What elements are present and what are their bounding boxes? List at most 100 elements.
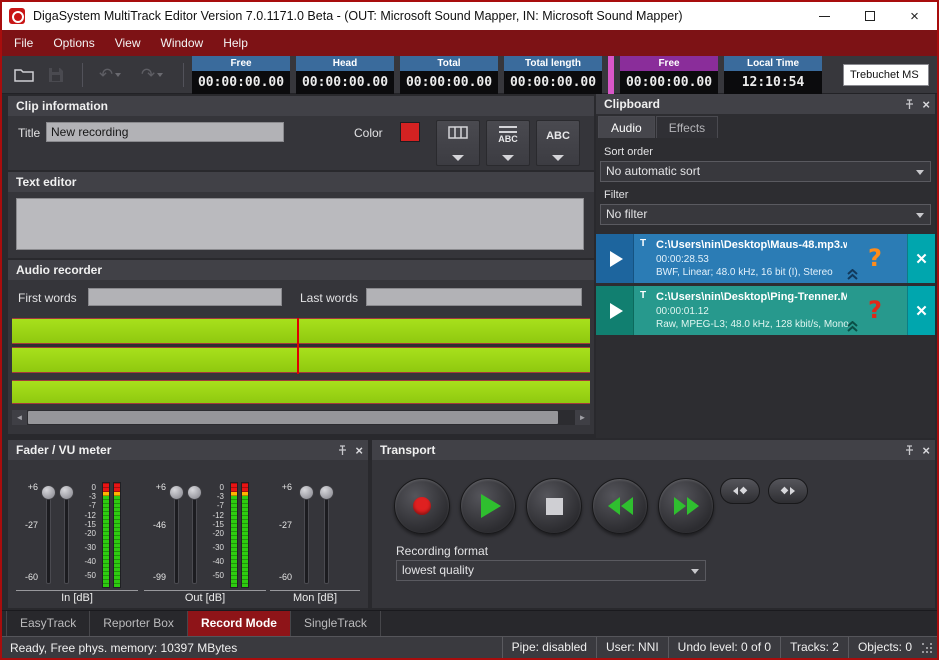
- menu-options[interactable]: Options: [43, 30, 104, 56]
- fader-group-label: In [dB]: [16, 590, 138, 604]
- abc-list-dropdown-button[interactable]: ABC: [486, 120, 530, 166]
- keyboard-dropdown-button[interactable]: [436, 120, 480, 166]
- fader-knob[interactable]: [169, 485, 184, 500]
- fader-group-in: +6 -27 -60 0 -3 -7 -12 -15 -20 -30 -40 -…: [16, 460, 138, 608]
- remove-clip-button[interactable]: ✕: [907, 234, 935, 283]
- prelisten-ear-icon[interactable]: ?: [868, 294, 882, 326]
- stop-button[interactable]: [526, 478, 582, 534]
- marker-button-left[interactable]: ◆: [720, 478, 760, 504]
- text-editor-textarea[interactable]: [16, 198, 584, 250]
- waveform-track-3: [12, 380, 590, 404]
- rewind-button[interactable]: [592, 478, 648, 534]
- fader-knob[interactable]: [299, 485, 314, 500]
- resize-grip[interactable]: [922, 643, 934, 655]
- fader-slider[interactable]: [64, 486, 69, 584]
- expand-chevrons-icon[interactable]: [846, 321, 859, 332]
- clip-information-panel: Clip information Title Color ABC ABC: [8, 96, 594, 170]
- waveform-display-mono[interactable]: [12, 380, 590, 404]
- play-button[interactable]: [596, 286, 634, 335]
- color-label: Color: [354, 126, 383, 140]
- clipboard-item[interactable]: T C:\Users\nin\Desktop\Maus-48.mp3.wav 0…: [596, 234, 935, 283]
- db-scale: 0 -3 -7 -12 -15 -20 -30 -40 -50: [204, 484, 224, 594]
- fader-slider[interactable]: [46, 486, 51, 584]
- playhead-cursor[interactable]: [297, 318, 299, 374]
- rewind-icon: [608, 497, 620, 515]
- pin-icon[interactable]: [904, 445, 915, 456]
- scroll-left-icon[interactable]: ◄: [12, 410, 27, 425]
- prelisten-ear-icon[interactable]: ?: [868, 242, 882, 274]
- save-button[interactable]: [42, 62, 70, 88]
- pin-icon[interactable]: [904, 99, 915, 110]
- close-button[interactable]: ×: [892, 2, 937, 30]
- clip-format: BWF, Linear; 48.0 kHz, 16 bit (I), Stere…: [656, 267, 865, 278]
- menu-window[interactable]: Window: [151, 30, 214, 56]
- fader-slider[interactable]: [174, 486, 179, 584]
- sort-order-select[interactable]: No automatic sort: [600, 161, 931, 182]
- scrollbar-thumb[interactable]: [28, 411, 558, 424]
- tab-audio[interactable]: Audio: [598, 116, 655, 138]
- fader-knob[interactable]: [59, 485, 74, 500]
- filter-value: No filter: [606, 207, 647, 221]
- clipboard-item[interactable]: T C:\Users\nin\Desktop\Ping-Trenner.MP3 …: [596, 286, 935, 335]
- first-words-input[interactable]: [88, 288, 282, 306]
- abc-label: ABC: [546, 130, 570, 142]
- undo-button[interactable]: ↶: [91, 62, 129, 88]
- waveform-display-stereo[interactable]: [12, 318, 590, 374]
- fader-slider[interactable]: [192, 486, 197, 584]
- waveform-scrollbar[interactable]: ◄ ►: [12, 410, 590, 425]
- maximize-button[interactable]: [847, 2, 892, 30]
- diamond-icon: ◆: [781, 486, 789, 496]
- fader-knob[interactable]: [187, 485, 202, 500]
- fader-scale-top: +6: [270, 482, 292, 492]
- chevron-down-icon: [916, 213, 924, 218]
- menubar: File Options View Window Help: [2, 30, 937, 56]
- fader-scale-mid: -46: [144, 520, 166, 530]
- fast-forward-button[interactable]: [658, 478, 714, 534]
- recording-format-select[interactable]: lowest quality: [396, 560, 706, 581]
- record-button[interactable]: [394, 478, 450, 534]
- menu-view[interactable]: View: [105, 30, 151, 56]
- scroll-right-icon[interactable]: ►: [575, 410, 590, 425]
- color-swatch[interactable]: [400, 122, 420, 142]
- expand-chevrons-icon[interactable]: [846, 269, 859, 280]
- time-display-head: Head 00:00:00.00: [296, 56, 394, 94]
- tab-effects[interactable]: Effects: [656, 116, 718, 138]
- marker-button-right[interactable]: ◆: [768, 478, 808, 504]
- recording-format-label: Recording format: [396, 544, 488, 558]
- time-display-local-time: Local Time 12:10:54: [724, 56, 822, 94]
- toolbar-separator: [183, 63, 184, 87]
- fader-slider[interactable]: [324, 486, 329, 584]
- font-selector[interactable]: Trebuchet MS: [843, 64, 929, 86]
- fader-slider[interactable]: [304, 486, 309, 584]
- tab-reporter-box[interactable]: Reporter Box: [90, 611, 188, 636]
- fader-knob[interactable]: [41, 485, 56, 500]
- play-button[interactable]: [596, 234, 634, 283]
- tab-record-mode[interactable]: Record Mode: [188, 611, 291, 636]
- fader-scale-bottom: -99: [144, 572, 166, 582]
- app-icon: [9, 8, 25, 24]
- pin-icon[interactable]: [337, 445, 348, 456]
- play-button[interactable]: [460, 478, 516, 534]
- filter-select[interactable]: No filter: [600, 204, 931, 225]
- tab-singletrack[interactable]: SingleTrack: [291, 611, 381, 636]
- panel-close-icon[interactable]: ×: [922, 98, 930, 111]
- fader-knob[interactable]: [319, 485, 334, 500]
- menu-help[interactable]: Help: [213, 30, 258, 56]
- time-display-value: 00:00:00.00: [504, 71, 602, 94]
- panel-close-icon[interactable]: ×: [355, 444, 363, 457]
- redo-button[interactable]: ↷: [133, 62, 171, 88]
- folder-icon: [14, 67, 34, 83]
- panel-close-icon[interactable]: ×: [922, 444, 930, 457]
- abc-dropdown-button[interactable]: ABC: [536, 120, 580, 166]
- vu-meter: [113, 482, 121, 588]
- time-display-value: 00:00:00.00: [620, 71, 718, 94]
- tab-easytrack[interactable]: EasyTrack: [6, 611, 90, 636]
- minimize-button[interactable]: [802, 2, 847, 30]
- open-button[interactable]: [10, 62, 38, 88]
- time-display-label: Local Time: [724, 56, 822, 71]
- menu-file[interactable]: File: [4, 30, 43, 56]
- fader-group-out: +6 -46 -99 0 -3 -7 -12 -15 -20 -30 -40 -…: [144, 460, 266, 608]
- last-words-input[interactable]: [366, 288, 582, 306]
- remove-clip-button[interactable]: ✕: [907, 286, 935, 335]
- title-input[interactable]: [46, 122, 284, 142]
